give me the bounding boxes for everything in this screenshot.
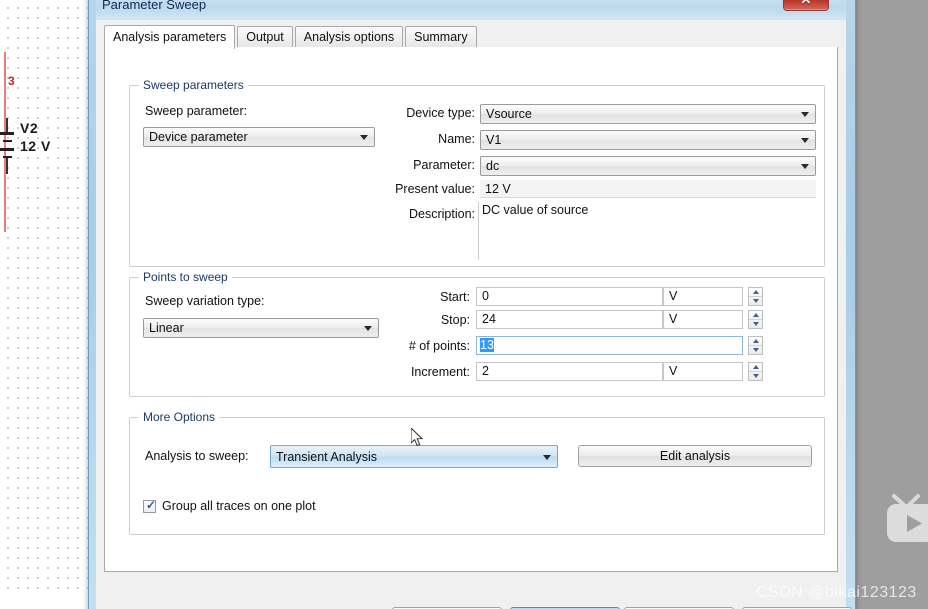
group-sweep-parameters: Sweep parameters Sweep parameter: Device…: [129, 78, 825, 267]
input-increment-value[interactable]: 2: [476, 362, 663, 381]
field-description: DC value of source: [478, 202, 816, 260]
input-number-of-points-value: 13: [480, 338, 494, 352]
schematic-canvas[interactable]: 3 V2 12 V: [0, 0, 96, 609]
input-stop-value[interactable]: 24: [476, 310, 663, 329]
parameter-sweep-dialog: Parameter Sweep ✕ Analysis parameters Ou…: [96, 0, 852, 609]
combo-parameter-value: dc: [486, 159, 500, 173]
spinner-start-up[interactable]: [749, 288, 762, 296]
screen-root: 3 V2 12 V Parameter Sweep ✕ Analysis par…: [0, 0, 928, 609]
schematic-node-label: 3: [8, 74, 15, 88]
group-more-options: More Options Analysis to sweep: Transien…: [129, 410, 825, 535]
spinner-stop-down[interactable]: [749, 320, 762, 328]
combo-analysis-to-sweep-value: Transient Analysis: [276, 449, 377, 464]
battery-plate-2: [3, 140, 12, 142]
group-points-to-sweep: Points to sweep Sweep variation type: Li…: [129, 270, 825, 397]
schematic-component-value: 12 V: [20, 138, 51, 154]
checkbox-group-all-traces[interactable]: ✓: [143, 498, 157, 513]
combo-sweep-parameter[interactable]: Device parameter: [143, 127, 375, 147]
field-present-value: 12 V: [480, 180, 816, 198]
label-description: Description:: [409, 207, 475, 221]
spinner-points-up[interactable]: [749, 337, 762, 345]
unit-increment[interactable]: V: [663, 362, 743, 381]
spinner-stop-up[interactable]: [749, 311, 762, 319]
schematic-wire-left-bottom: [4, 186, 6, 232]
label-group-all-traces: Group all traces on one plot: [162, 499, 316, 513]
spinner-start[interactable]: [748, 287, 763, 306]
csdn-watermark: CSDN @bikai123123: [756, 584, 917, 601]
check-icon: ✓: [146, 498, 157, 512]
dialog-client-area: Analysis parameters Output Analysis opti…: [96, 20, 852, 609]
combo-name-value: V1: [486, 133, 502, 147]
battery-lead-top: [6, 118, 8, 132]
chevron-down-icon: [543, 454, 551, 460]
battery-lead-bottom: [6, 158, 8, 174]
group-more-options-title: More Options: [139, 410, 220, 424]
unit-stop[interactable]: V: [663, 310, 743, 329]
spinner-start-down[interactable]: [749, 297, 762, 305]
group-points-to-sweep-title: Points to sweep: [139, 270, 232, 284]
tab-output[interactable]: Output: [237, 26, 293, 48]
dialog-title: Parameter Sweep: [102, 0, 207, 12]
label-stop: Stop:: [440, 313, 470, 327]
chevron-down-icon: [801, 164, 809, 169]
label-present-value: Present value:: [395, 182, 475, 196]
combo-sweep-parameter-value: Device parameter: [149, 130, 248, 144]
battery-plate-3: [0, 148, 14, 151]
tab-strip: Analysis parameters Output Analysis opti…: [104, 25, 838, 49]
input-start-value[interactable]: 0: [476, 287, 663, 306]
combo-device-type-value: Vsource: [486, 107, 532, 121]
tab-page-analysis-parameters: Sweep parameters Sweep parameter: Device…: [104, 47, 838, 572]
combo-sweep-variation-type-value: Linear: [149, 321, 184, 335]
spinner-increment-down[interactable]: [749, 372, 762, 380]
spinner-increment[interactable]: [748, 362, 763, 381]
spinner-increment-up[interactable]: [749, 363, 762, 371]
schematic-component-name: V2: [20, 120, 39, 136]
label-increment: Increment:: [410, 365, 470, 379]
schematic-bottom-strip: [0, 589, 96, 609]
label-sweep-variation-type: Sweep variation type:: [145, 294, 265, 308]
label-analysis-to-sweep: Analysis to sweep:: [145, 449, 249, 463]
spinner-stop[interactable]: [748, 310, 763, 329]
label-start: Start:: [440, 290, 470, 304]
combo-analysis-to-sweep[interactable]: Transient Analysis: [270, 445, 558, 468]
close-button[interactable]: ✕: [783, 0, 829, 11]
label-parameter: Parameter:: [413, 158, 475, 172]
battery-plate-1: [0, 132, 14, 135]
label-sweep-parameter: Sweep parameter:: [145, 104, 248, 118]
spinner-points-down[interactable]: [749, 346, 762, 354]
tab-analysis-options[interactable]: Analysis options: [294, 26, 404, 48]
label-device-type: Device type:: [406, 106, 475, 120]
tab-summary[interactable]: Summary: [405, 26, 477, 48]
edit-analysis-button[interactable]: Edit analysis: [578, 445, 812, 467]
combo-name[interactable]: V1: [480, 130, 816, 150]
unit-start[interactable]: V: [663, 287, 743, 306]
combo-device-type[interactable]: Vsource: [480, 104, 816, 124]
group-sweep-parameters-title: Sweep parameters: [139, 78, 248, 92]
label-number-of-points: # of points:: [408, 339, 470, 353]
combo-parameter[interactable]: dc: [480, 156, 816, 176]
spinner-number-of-points[interactable]: [748, 336, 763, 355]
label-name: Name:: [438, 132, 475, 146]
dialog-titlebar[interactable]: Parameter Sweep ✕: [96, 0, 846, 20]
chevron-down-icon: [801, 138, 809, 143]
tab-analysis-parameters[interactable]: Analysis parameters: [104, 25, 236, 49]
input-number-of-points[interactable]: 13: [476, 336, 743, 355]
tv-play-icon-watermark: [887, 494, 928, 542]
close-x-icon: ✕: [801, 0, 812, 6]
chevron-down-icon: [801, 112, 809, 117]
